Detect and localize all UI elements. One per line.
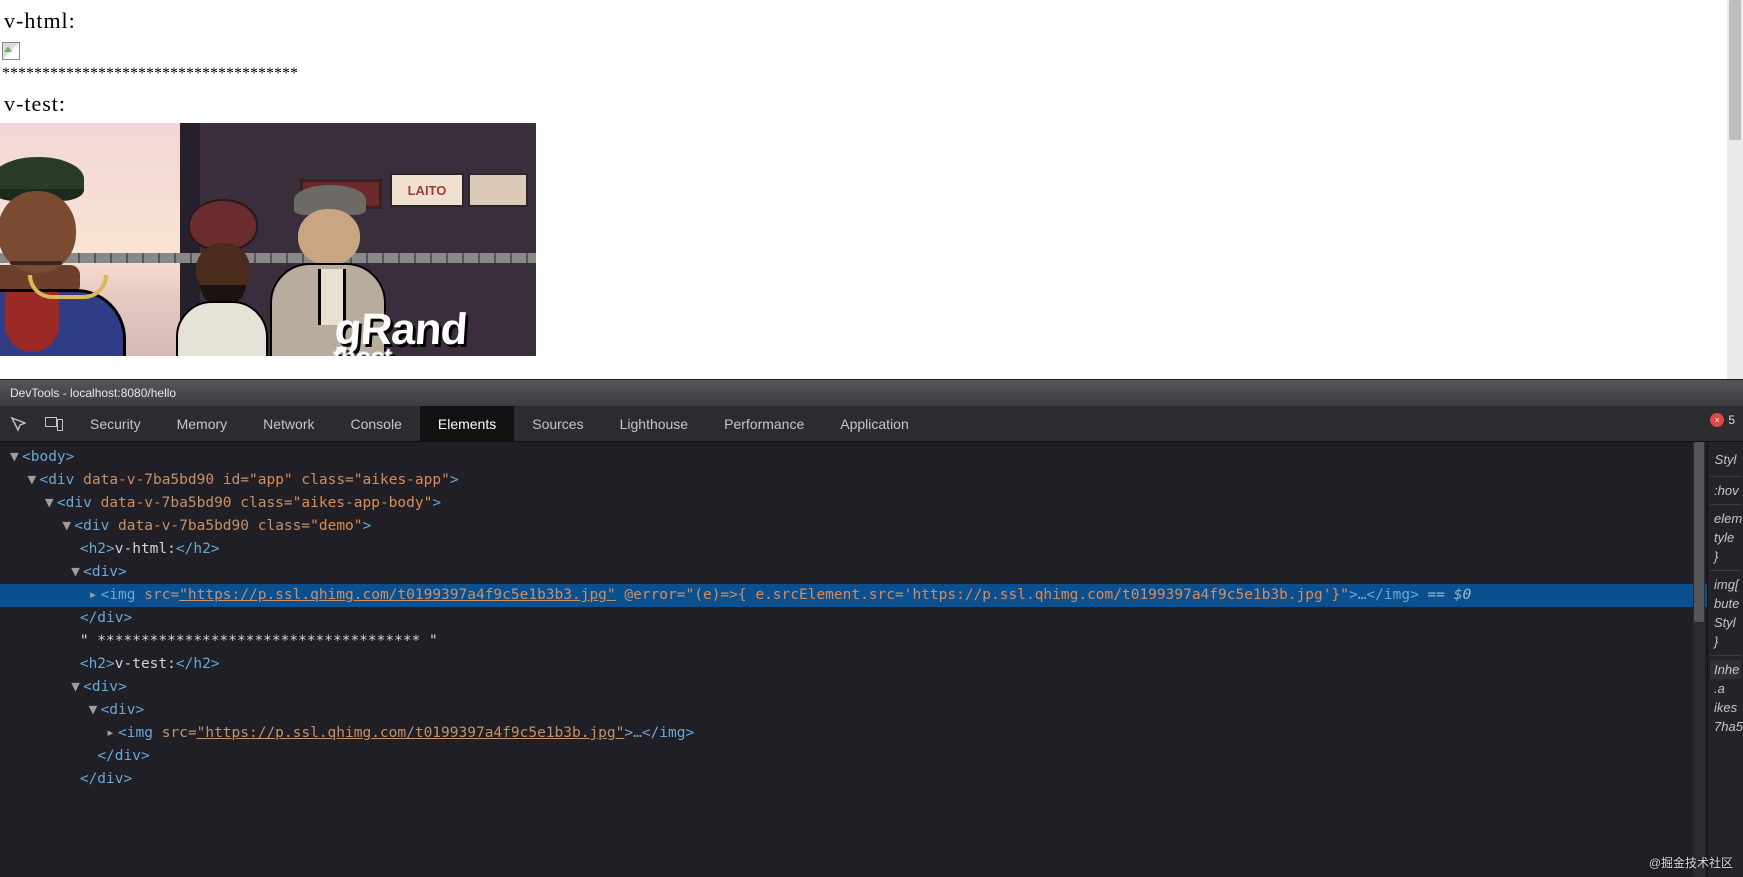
tab-console[interactable]: Console <box>333 406 420 441</box>
tab-sources[interactable]: Sources <box>514 406 601 441</box>
styles-line: 7ha5 <box>1710 717 1741 736</box>
elements-panel: ▼<body> ▼<div data-v-7ba5bd90 id="app" c… <box>0 442 1743 877</box>
tab-network[interactable]: Network <box>245 406 332 441</box>
broken-image-icon <box>2 42 20 60</box>
heading-v-test: v-test: <box>4 91 1743 117</box>
tab-lighthouse[interactable]: Lighthouse <box>602 406 707 441</box>
error-icon: × <box>1710 413 1724 427</box>
tab-performance[interactable]: Performance <box>706 406 822 441</box>
styles-line: Styl <box>1710 613 1741 632</box>
page-scrollbar[interactable] <box>1727 0 1743 379</box>
styles-line: } <box>1710 547 1741 566</box>
tab-elements[interactable]: Elements <box>420 406 514 441</box>
dom-tree[interactable]: ▼<body> ▼<div data-v-7ba5bd90 id="app" c… <box>0 442 1707 877</box>
watermark: @掘金技术社区 <box>1649 854 1733 871</box>
tab-security[interactable]: Security <box>72 406 159 441</box>
dom-scrollbar[interactable] <box>1693 442 1705 877</box>
styles-hov[interactable]: :hov <box>1710 481 1741 500</box>
dom-selected-row[interactable]: ▸<img src="https://p.ssl.qhimg.com/t0199… <box>0 584 1707 607</box>
device-toolbar-icon[interactable] <box>36 406 72 441</box>
styles-line: img[ <box>1710 575 1741 594</box>
tab-memory[interactable]: Memory <box>159 406 246 441</box>
illustration-image: LAITO gRandthoct <box>0 123 536 356</box>
styles-tab[interactable]: Styl <box>1710 446 1741 472</box>
styles-sidebar[interactable]: Styl :hov elem tyle } img[ bute Styl } I… <box>1707 442 1743 877</box>
devtools-title-text: DevTools - localhost:8080/hello <box>10 386 176 400</box>
styles-line: bute <box>1710 594 1741 613</box>
heading-v-html: v-html: <box>4 8 1743 34</box>
styles-line: tyle <box>1710 528 1741 547</box>
inspect-element-icon[interactable] <box>0 406 36 441</box>
styles-line: elem <box>1710 509 1741 528</box>
tab-application[interactable]: Application <box>822 406 927 441</box>
separator-stars: ************************************* <box>2 65 1743 83</box>
error-counter[interactable]: × 5 <box>1710 413 1735 427</box>
error-count: 5 <box>1728 413 1735 427</box>
devtools-titlebar: DevTools - localhost:8080/hello <box>0 379 1743 406</box>
styles-line: ikes <box>1710 698 1741 717</box>
devtools-tabstrip: Security Memory Network Console Elements… <box>0 406 1743 442</box>
styles-line: .a <box>1710 679 1741 698</box>
styles-inherited: Inhe <box>1710 660 1741 679</box>
page-viewport: v-html: ********************************… <box>0 0 1743 379</box>
styles-line: } <box>1710 632 1741 651</box>
